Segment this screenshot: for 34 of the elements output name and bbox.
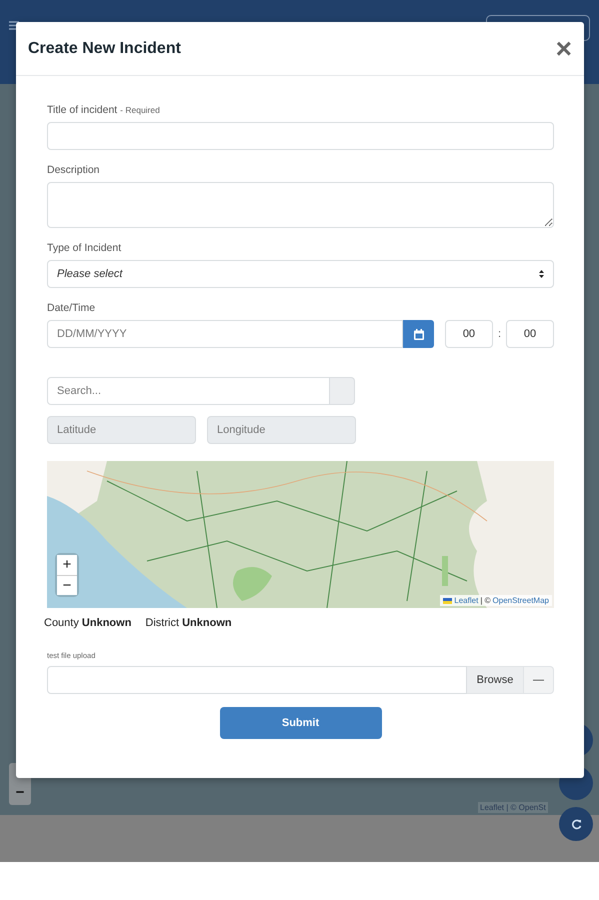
map-attribution: Leaflet | © OpenSt	[478, 802, 548, 813]
remove-button[interactable]: —	[524, 666, 554, 694]
minute-input[interactable]: 00	[506, 320, 554, 348]
search-field[interactable]: Search...	[47, 377, 330, 405]
refresh-icon	[570, 818, 582, 830]
region-info: County Unknown	[44, 617, 132, 629]
description-input[interactable]	[47, 182, 554, 228]
attribution-text: | ©	[480, 596, 491, 605]
type-select[interactable]: Please select	[47, 260, 554, 288]
browse-button[interactable]: Browse	[467, 666, 524, 694]
openstreetmap-link[interactable]: OpenStreetMap	[492, 596, 549, 605]
refresh-button[interactable]	[559, 807, 593, 841]
hour-input[interactable]: 00	[444, 320, 493, 348]
required-hint: - Required	[120, 105, 160, 115]
calendar-icon	[414, 328, 424, 340]
region-info: District Unknown	[145, 617, 232, 629]
calendar-button[interactable]	[403, 320, 434, 348]
time-separator: :	[498, 328, 501, 340]
date-input[interactable]: DD/MM/YYYY	[47, 320, 404, 348]
zoom-out-button[interactable]: −	[57, 575, 77, 595]
longitude-field[interactable]: Longitude	[207, 416, 356, 444]
field-label: Date/Time	[47, 302, 96, 314]
submit-button[interactable]: Submit	[220, 707, 382, 739]
field-label: Title of incident	[47, 104, 118, 116]
field-label: Description	[47, 164, 100, 176]
latitude-field[interactable]: Latitude	[47, 416, 196, 444]
file-field[interactable]	[47, 666, 467, 694]
flag-icon	[443, 598, 452, 604]
close-button[interactable]: ×	[556, 34, 572, 62]
leaflet-link[interactable]: Leaflet	[454, 596, 478, 605]
field-label: Type of Incident	[47, 242, 122, 254]
modal-title: Create New Incident	[28, 40, 181, 58]
sort-icon	[539, 270, 544, 278]
title-input[interactable]	[47, 122, 554, 150]
